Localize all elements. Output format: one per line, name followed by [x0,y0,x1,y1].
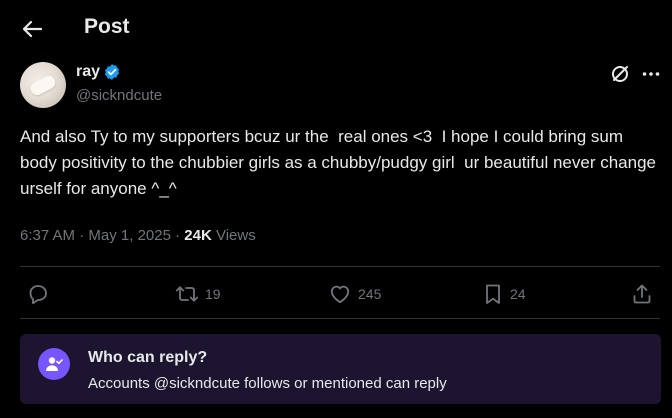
grok-button[interactable] [609,63,631,85]
post-page: Post ray @sickndcute And also Ty to my s… [0,0,672,418]
repost-icon [175,286,199,302]
meta-separator: · [75,227,89,244]
more-horizontal-icon [642,72,660,76]
like-icon [330,285,350,304]
arrow-left-icon [22,20,42,38]
verified-badge-icon [103,63,121,81]
meta-separator: · [170,227,185,244]
back-button[interactable] [14,12,50,46]
user-check-icon [46,357,63,371]
divider-top [20,266,660,267]
more-options-button[interactable] [638,63,664,85]
share-icon [633,284,651,304]
reply-icon [29,285,47,305]
views-count[interactable]: 24K [184,227,212,244]
action-bar: 19 245 24 [0,276,672,312]
bookmark-count: 24 [510,286,526,302]
reply-restriction-icon-circle [38,348,70,380]
views-label: Views [211,227,256,244]
reply-restriction-description: Accounts @sickndcute follows or mentione… [88,375,447,392]
author-name-row: ray [76,63,121,81]
header: Post [0,0,672,58]
like-button[interactable]: 245 [328,282,381,306]
avatar[interactable] [20,62,66,108]
reply-button[interactable] [26,282,50,306]
tweet-date[interactable]: May 1, 2025 [88,227,171,244]
divider-bottom [20,318,660,319]
share-button[interactable] [631,282,653,306]
repost-count: 19 [205,286,221,302]
like-count: 245 [358,286,382,302]
display-name[interactable]: ray [76,63,100,81]
reply-restriction-title: Who can reply? [88,349,208,366]
bookmark-button[interactable]: 24 [482,282,526,306]
tweet-time[interactable]: 6:37 AM [20,227,75,244]
bookmark-icon [486,284,500,304]
page-title: Post [84,15,130,38]
avatar-image-detail [28,73,58,98]
grok-icon [612,66,628,82]
tweet-text: And also Ty to my supporters bcuz ur the… [20,127,661,198]
repost-button[interactable]: 19 [175,282,221,306]
tweet-meta: 6:37 AM · May 1, 2025 · 24K Views [20,227,256,244]
user-handle[interactable]: @sickndcute [76,87,162,104]
reply-restriction-banner: Who can reply? Accounts @sickndcute foll… [20,334,661,404]
